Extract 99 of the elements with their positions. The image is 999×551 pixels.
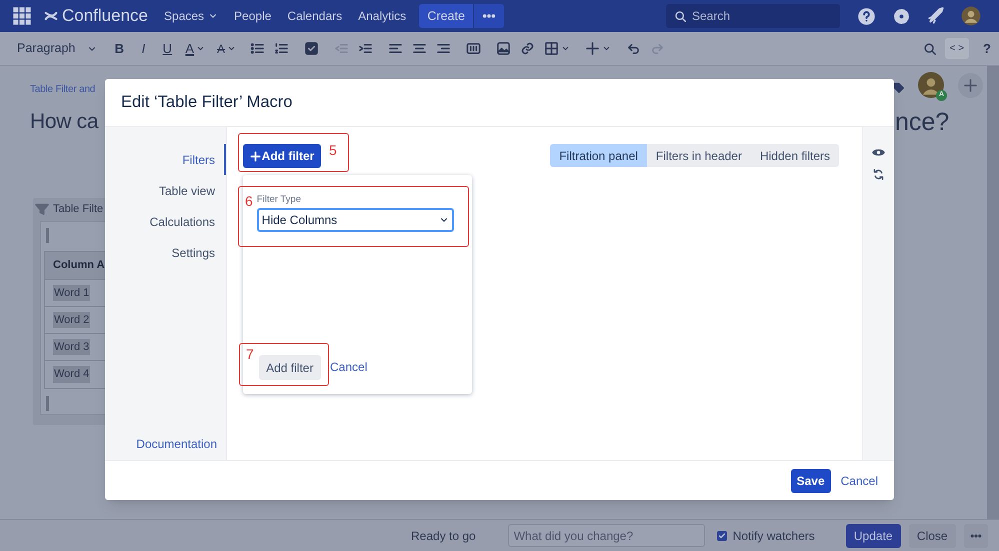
table-cell: Word 1 bbox=[53, 284, 90, 302]
add-filter-button[interactable]: Add filter bbox=[258, 355, 321, 380]
caret-icon bbox=[227, 44, 236, 53]
status-text: Ready to go bbox=[411, 528, 476, 544]
comment-field[interactable]: What did you change? bbox=[508, 524, 705, 547]
link-button[interactable] bbox=[520, 41, 536, 56]
logo-icon bbox=[44, 9, 58, 23]
annotation-number: 5 bbox=[329, 143, 337, 157]
table-icon bbox=[544, 41, 560, 56]
text-color-button[interactable]: A bbox=[185, 38, 206, 58]
update-button[interactable]: Update bbox=[846, 524, 901, 548]
table-button[interactable] bbox=[544, 41, 570, 56]
format-button[interactable]: I bbox=[137, 38, 150, 58]
outdent-icon bbox=[334, 41, 350, 56]
layout-button[interactable] bbox=[466, 41, 482, 56]
cancel-link[interactable]: Cancel bbox=[330, 358, 368, 376]
rocket-icon bbox=[927, 7, 945, 25]
dialog-nav-item[interactable]: Table view bbox=[105, 175, 226, 206]
annotation-number: 7 bbox=[246, 347, 254, 364]
plus-button[interactable] bbox=[585, 41, 612, 56]
nav-menu-item[interactable]: Calendars bbox=[287, 7, 342, 25]
documentation-link[interactable]: Documentation bbox=[136, 435, 217, 453]
link-icon bbox=[520, 41, 536, 56]
create-button[interactable]: Create bbox=[419, 4, 474, 28]
table-cell: Word 3 bbox=[53, 338, 90, 356]
macro-title: Table Filte bbox=[53, 202, 104, 217]
cancel-link[interactable]: Cancel bbox=[840, 472, 878, 490]
nav-menu-item[interactable]: Analytics bbox=[358, 7, 406, 25]
tag-icon bbox=[893, 82, 905, 94]
checkbox-label: Notify watchers bbox=[732, 528, 815, 544]
more-button[interactable] bbox=[474, 4, 504, 28]
avatar-icon bbox=[961, 6, 981, 26]
text-cursor bbox=[46, 396, 49, 411]
page-title: How ca bbox=[30, 109, 98, 135]
image-button[interactable] bbox=[496, 41, 512, 56]
field-label: Filter Type bbox=[256, 194, 302, 205]
search-icon bbox=[922, 42, 937, 56]
search-icon bbox=[674, 10, 687, 23]
align-center-icon bbox=[412, 41, 428, 56]
check-icon bbox=[718, 532, 726, 540]
format-button[interactable]: B bbox=[113, 38, 126, 58]
paragraph-style-dropdown[interactable]: Paragraph bbox=[17, 39, 98, 58]
text-cursor bbox=[46, 228, 49, 243]
align-left-icon bbox=[388, 41, 404, 56]
filter-mode-tab[interactable]: Filtration panel bbox=[550, 144, 647, 167]
bulleted-list-button[interactable] bbox=[250, 41, 266, 56]
redo-icon bbox=[650, 41, 666, 56]
page-title: nce? bbox=[895, 107, 950, 138]
caret-icon bbox=[602, 44, 612, 53]
bulleted-list-icon bbox=[250, 41, 266, 56]
numbered-list-button[interactable] bbox=[274, 41, 290, 56]
checkbox-button[interactable] bbox=[304, 41, 320, 56]
product-logo[interactable]: Confluence bbox=[62, 3, 148, 29]
avatar-icon bbox=[918, 72, 944, 98]
save-button[interactable]: Save bbox=[790, 468, 831, 492]
caret-icon bbox=[196, 44, 206, 53]
filter-type-dropdown[interactable]: Hide Columns bbox=[256, 208, 454, 232]
help-icon bbox=[857, 6, 876, 26]
layout-icon bbox=[466, 41, 482, 56]
filter-mode-tab[interactable]: Filters in header bbox=[646, 144, 751, 167]
align-center-button[interactable] bbox=[412, 41, 428, 56]
dialog-nav-item[interactable]: Filters bbox=[105, 144, 226, 175]
align-left-button[interactable] bbox=[388, 41, 404, 56]
add-button[interactable] bbox=[958, 73, 983, 98]
more-button[interactable] bbox=[964, 524, 988, 548]
checkbox-icon bbox=[304, 41, 320, 56]
search-field[interactable]: Search bbox=[666, 4, 840, 28]
funnel-icon bbox=[35, 202, 49, 216]
refresh-icon bbox=[872, 168, 885, 181]
table-cell: Word 2 bbox=[53, 312, 90, 328]
indent-icon bbox=[358, 41, 374, 56]
dialog-nav-item[interactable]: Settings bbox=[105, 237, 226, 268]
nav-menu-item[interactable]: Spaces bbox=[164, 7, 218, 25]
table-cell: Word 4 bbox=[53, 366, 90, 383]
annotation-number: 6 bbox=[245, 194, 253, 211]
source-view-toggle[interactable]: < > bbox=[944, 38, 970, 59]
indent-button[interactable] bbox=[358, 41, 374, 56]
image-icon bbox=[496, 41, 512, 56]
align-right-button[interactable] bbox=[436, 41, 452, 56]
help-button[interactable]: ? bbox=[983, 38, 991, 58]
close-button[interactable]: Close bbox=[908, 524, 956, 548]
app-grid-icon bbox=[12, 6, 32, 26]
caret-icon bbox=[561, 44, 570, 53]
plus-icon bbox=[963, 78, 978, 93]
numbered-list-icon bbox=[274, 41, 290, 56]
add-filter-button[interactable]: Add filter bbox=[243, 144, 321, 168]
nav-menu-item[interactable]: People bbox=[234, 7, 272, 25]
align-right-icon bbox=[436, 41, 452, 56]
format-button[interactable]: U bbox=[161, 38, 174, 58]
plus-icon bbox=[250, 150, 261, 162]
clear-formatting-button[interactable]: A bbox=[217, 40, 236, 58]
plus-icon bbox=[585, 41, 600, 56]
undo-button[interactable] bbox=[626, 41, 642, 56]
undo-icon bbox=[626, 41, 642, 56]
filter-mode-tab[interactable]: Hidden filters bbox=[750, 144, 839, 167]
table-header-cell: Column A bbox=[45, 252, 105, 280]
dialog-title: Edit ‘Table Filter’ Macro bbox=[121, 92, 292, 114]
dialog-nav-item[interactable]: Calculations bbox=[105, 206, 226, 237]
notify-checkbox[interactable] bbox=[716, 530, 727, 540]
